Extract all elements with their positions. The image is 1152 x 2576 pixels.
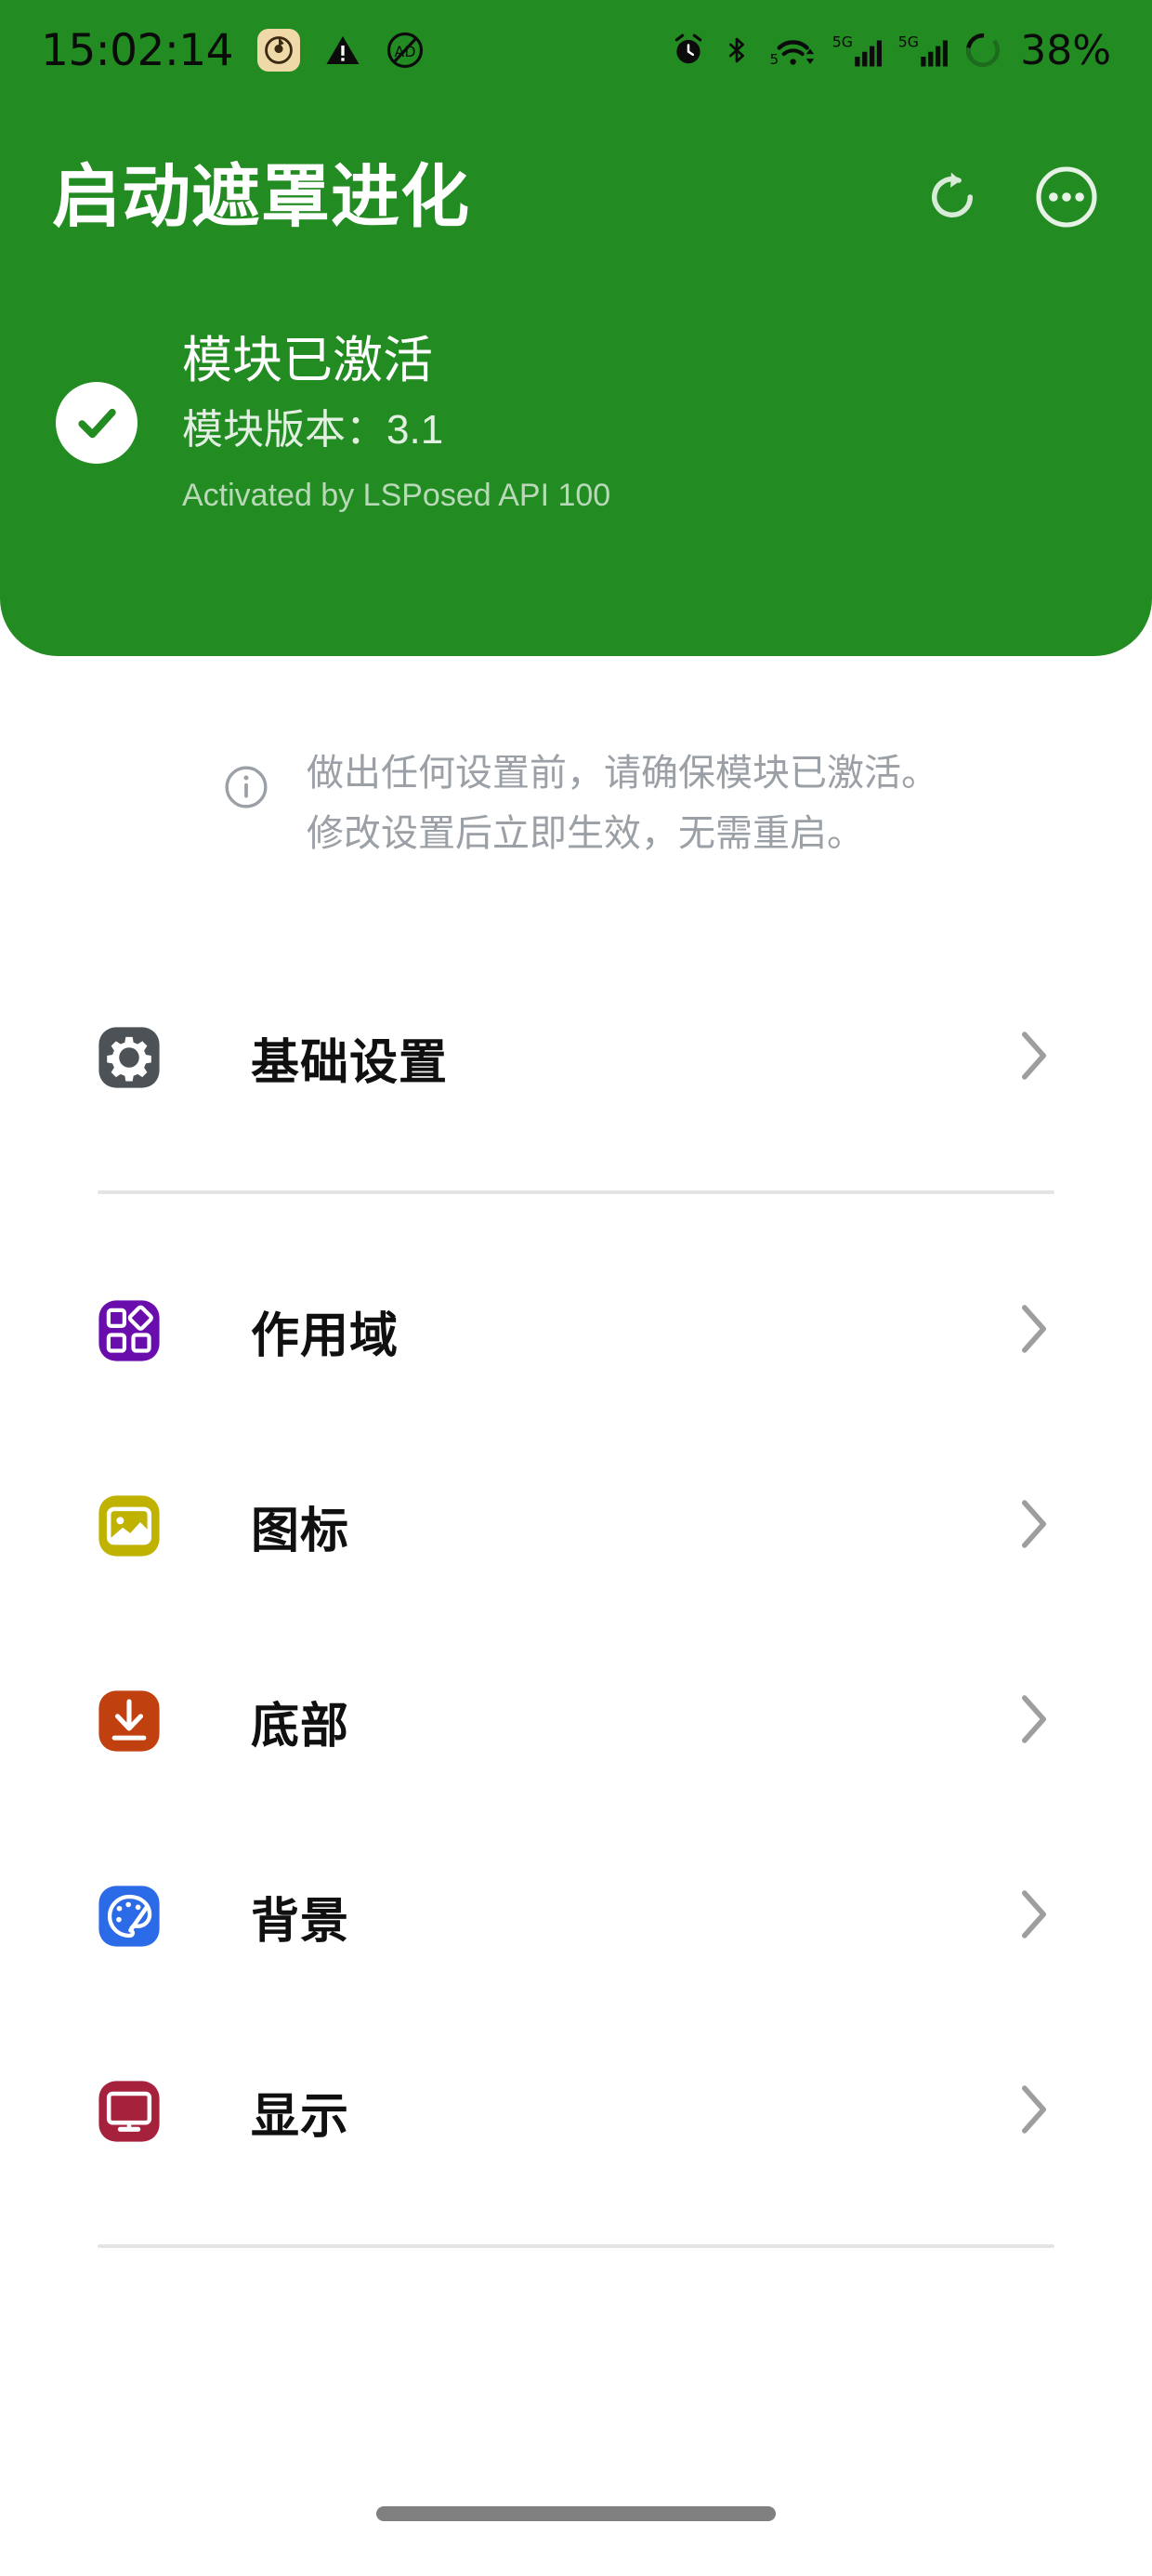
notice-block: 做出任何设置前，请确保模块已激活。 修改设置后立即生效，无需重启。: [0, 743, 1152, 864]
menu-item-label: 基础设置: [251, 1035, 449, 1090]
signal-5g-sim1-icon: 5G: [831, 31, 883, 70]
gesture-home-handle[interactable]: [376, 2506, 776, 2521]
menu-item-label: 背景: [251, 1894, 350, 1949]
chevron-right-icon: [1018, 1693, 1050, 1750]
svg-text:5G: 5G: [898, 33, 919, 51]
menu-item-scope[interactable]: 作用域: [0, 1272, 1152, 1389]
module-api-label: Activated by LSPosed API 100: [182, 477, 611, 513]
menu-item-label: 显示: [251, 2089, 350, 2144]
monitor-icon: [98, 2080, 161, 2143]
menu-item-basic-settings[interactable]: 基础设置: [0, 999, 1152, 1116]
gear-icon: [98, 1026, 161, 1089]
menu-item-label: 图标: [251, 1504, 350, 1558]
menu-item-display[interactable]: 显示: [0, 2053, 1152, 2170]
svg-text:5G: 5G: [832, 33, 853, 51]
alarm-clock-icon: [671, 33, 706, 68]
dashboard-icon: [98, 1299, 161, 1362]
download-icon: [98, 1689, 161, 1753]
system-navigation-bar: [0, 2474, 1152, 2576]
chevron-right-icon: [1018, 1030, 1050, 1086]
chevron-right-icon: [1018, 1303, 1050, 1360]
menu-item-label: 作用域: [251, 1308, 399, 1363]
app-bar-actions: [922, 164, 1100, 230]
no-ads-icon: AD: [386, 31, 425, 70]
status-bar-left: 15:02:14: [41, 25, 425, 76]
warning-triangle-icon: [324, 32, 361, 69]
menu-divider-bottom: [98, 2244, 1054, 2248]
status-bar: 15:02:14 5 5G 5G 38%: [0, 0, 1152, 100]
status-bar-clock: 15:02:14: [41, 24, 234, 76]
check-circle-icon: [56, 382, 137, 464]
page-title: 启动遮罩进化: [52, 158, 470, 235]
chevron-right-icon: [1018, 1888, 1050, 1945]
more-options-icon[interactable]: [1033, 164, 1100, 230]
notice-line-1: 做出任何设置前，请确保模块已激活。: [307, 753, 938, 794]
chevron-right-icon: [1018, 2083, 1050, 2140]
bluetooth-icon: [722, 33, 752, 68]
module-status-card: 模块已激活 模块版本：3.1 Activated by LSPosed API …: [0, 330, 1152, 518]
chevron-right-icon: [1018, 1498, 1050, 1555]
wifi-5ghz-icon: 5: [767, 32, 816, 69]
notice-line-2: 修改设置后立即生效，无需重启。: [307, 812, 864, 854]
module-status-title: 模块已激活: [182, 333, 433, 388]
palette-icon: [98, 1885, 161, 1948]
app-notification-icon: [257, 29, 301, 72]
notice-text: 做出任何设置前，请确保模块已激活。 修改设置后立即生效，无需重启。: [307, 743, 938, 864]
battery-ring-icon: [963, 31, 1002, 70]
battery-percent-label: 38%: [1020, 26, 1111, 74]
app-screen: 15:02:14 5 5G 5G 38% 启动遮罩进化 模块已激活 模块版本：3…: [0, 0, 1152, 2576]
module-version-label: 模块版本：3.1: [182, 406, 444, 453]
info-circle-icon: [223, 764, 269, 815]
menu-item-icon[interactable]: 图标: [0, 1467, 1152, 1584]
menu-item-bottom[interactable]: 底部: [0, 1663, 1152, 1780]
green-header-panel: 15:02:14 5 5G 5G 38% 启动遮罩进化 模块已激活 模块版本：3…: [0, 0, 1152, 656]
app-bar: 启动遮罩进化: [0, 141, 1152, 253]
status-bar-right: 5 5G 5G 38%: [671, 27, 1111, 74]
refresh-icon[interactable]: [922, 166, 983, 228]
module-status-text: 模块已激活 模块版本：3.1 Activated by LSPosed API …: [182, 330, 610, 518]
image-icon: [98, 1494, 161, 1557]
signal-5g-sim2-icon: 5G: [897, 31, 949, 70]
menu-item-label: 底部: [251, 1699, 350, 1754]
menu-item-background[interactable]: 背景: [0, 1858, 1152, 1975]
settings-menu: 基础设置 作用域 图标 底部 背景 显示: [0, 999, 1152, 2248]
svg-text:5: 5: [770, 51, 779, 68]
